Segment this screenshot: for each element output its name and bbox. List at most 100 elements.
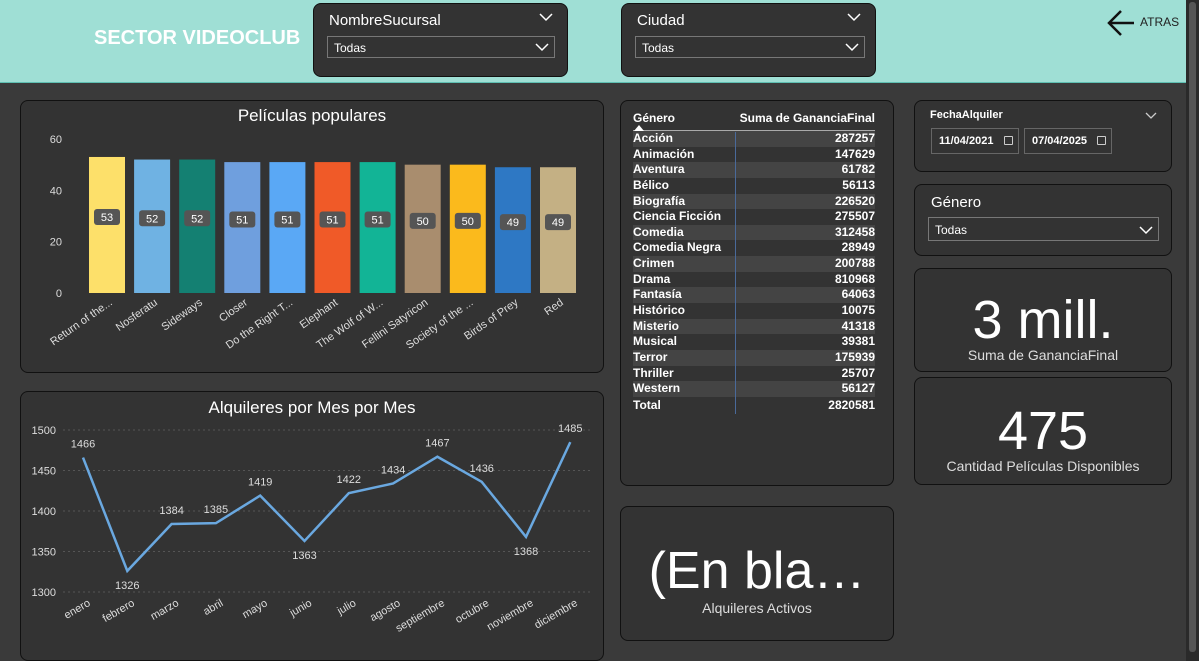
value-cell: 810968	[834, 271, 875, 286]
data-label: 1434	[381, 464, 405, 476]
bar	[404, 164, 441, 293]
table-row[interactable]: Terror 175939	[633, 349, 875, 366]
table-row[interactable]: Drama 810968	[633, 272, 875, 288]
x-tick-label: Nosferatu	[114, 297, 160, 334]
value-cell: 25707	[841, 365, 875, 380]
genre-dropdown[interactable]: Todas	[928, 217, 1159, 241]
table-row[interactable]: Thriller 25707	[633, 366, 875, 382]
x-tick-label: noviembre	[485, 597, 535, 633]
x-tick-label: febrero	[101, 597, 137, 625]
y-tick-label: 1350	[32, 547, 56, 559]
table-row[interactable]: Animación 147629	[633, 147, 875, 163]
date-end-value: 07/04/2025	[1032, 135, 1088, 147]
data-label: 1466	[71, 439, 95, 451]
y-tick-label: 40	[50, 185, 62, 197]
table-row[interactable]: Fantasía 64063	[633, 287, 875, 304]
profit-value: 3 mill.	[972, 290, 1114, 350]
table-body: Acción 287257 Animación 147629 Aventura 61782…	[633, 131, 875, 397]
genre-cell: Bélico	[633, 177, 670, 192]
genre-cell: Drama	[633, 271, 671, 286]
x-tick-label: diciembre	[533, 597, 580, 631]
table-row[interactable]: Aventura 61782	[633, 162, 875, 178]
x-tick-label: Closer	[217, 296, 250, 324]
ciudad-slicer[interactable]: Ciudad Todas	[621, 3, 876, 77]
chevron-down-icon	[1139, 226, 1153, 235]
table-row[interactable]: Bélico 56113	[633, 178, 875, 194]
table-row[interactable]: Histórico 10075	[633, 303, 875, 319]
data-label: 1326	[115, 580, 139, 592]
date-start-value: 11/04/2021	[939, 135, 994, 147]
value-cell: 200788	[834, 256, 875, 271]
sort-ascending-icon[interactable]	[634, 125, 644, 131]
active-rentals-value: (En bla…	[648, 542, 866, 600]
header-bar: SECTOR VIDEOCLUB NombreSucursal Todas Ci…	[0, 0, 1186, 83]
total-label: Total	[633, 397, 661, 412]
chevron-down-icon[interactable]	[1145, 112, 1157, 120]
x-tick-label: Elephant	[298, 297, 340, 332]
genre-cell: Comedia	[633, 224, 684, 239]
table-row[interactable]: Musical 39381	[633, 334, 875, 350]
data-label: 51	[281, 215, 293, 227]
data-label: 1419	[248, 477, 272, 489]
value-cell: 147629	[834, 146, 875, 161]
genre-cell: Musical	[633, 334, 678, 349]
chevron-down-icon[interactable]	[847, 12, 861, 22]
available-films-label: Cantidad Películas Disponibles	[946, 458, 1140, 474]
active-rentals-label: Alquileres Activos	[702, 600, 812, 616]
genre-cell: Terror	[633, 349, 668, 364]
data-label: 49	[507, 217, 519, 229]
x-tick-label: Return of the...	[48, 297, 114, 349]
table-row[interactable]: Western 56127	[633, 381, 875, 397]
column-header-sum[interactable]: Suma de GananciaFinal	[740, 111, 875, 130]
sucursal-dropdown[interactable]: Todas	[327, 36, 555, 58]
x-tick-label: mayo	[240, 597, 269, 621]
bar	[89, 156, 125, 293]
value-cell: 61782	[841, 162, 875, 177]
table-row[interactable]: Crimen 200788	[633, 256, 875, 272]
data-label: 1436	[469, 463, 493, 475]
genre-cell: Fantasía	[633, 287, 682, 302]
calendar-icon[interactable]	[1004, 136, 1013, 145]
table-total-row: Total 2820581	[633, 397, 875, 413]
genre-cell: Animación	[633, 146, 695, 161]
chevron-down-icon[interactable]	[539, 12, 553, 22]
page-title: SECTOR VIDEOCLUB	[94, 27, 301, 49]
table-row[interactable]: Misterio 41318	[633, 318, 875, 335]
rentals-per-month-chart: Alquileres por Mes por Mes 1300 1350 1400 1…	[20, 391, 604, 661]
table-row[interactable]: Ciencia Ficción 275507	[633, 209, 875, 225]
table-row[interactable]: Comedia 312458	[633, 224, 875, 241]
date-slicer-label: FechaAlquiler	[930, 109, 1003, 121]
series-line	[81, 441, 572, 574]
back-button[interactable]: ATRAS	[1106, 8, 1186, 38]
genre-cell: Ciencia Ficción	[633, 209, 722, 224]
data-label: 51	[371, 215, 383, 227]
value-cell: 56127	[841, 381, 875, 396]
scrollbar-thumb[interactable]	[1189, 2, 1196, 652]
date-end-input[interactable]: 07/04/2025	[1024, 128, 1112, 154]
x-tick-label: julio	[334, 597, 358, 618]
vertical-scrollbar[interactable]	[1186, 0, 1199, 661]
bar-chart-svg: 0 20 40 60 53 Return of the... 52 Nosferatu 52 Si…	[48, 134, 576, 352]
data-label: 49	[552, 217, 564, 229]
y-tick-label: 1450	[32, 466, 56, 478]
date-start-input[interactable]: 11/04/2021	[931, 128, 1019, 154]
ciudad-dropdown[interactable]: Todas	[635, 36, 865, 58]
total-value: 2820581	[828, 397, 875, 412]
value-cell: 28949	[841, 240, 875, 255]
data-label: 51	[326, 215, 338, 227]
data-label: 51	[236, 215, 248, 227]
x-tick-label: Sideways	[159, 296, 205, 333]
value-cell: 275507	[834, 209, 875, 224]
ciudad-dropdown-value: Todas	[642, 41, 675, 55]
genre-cell: Acción	[633, 131, 674, 145]
table-row[interactable]: Biografía 226520	[633, 193, 875, 210]
sucursal-slicer[interactable]: NombreSucursal Todas	[313, 3, 568, 77]
table-row[interactable]: Acción 287257	[633, 131, 875, 147]
value-cell: 312458	[834, 224, 875, 239]
genre-cell: Western	[633, 381, 681, 396]
value-cell: 226520	[834, 193, 875, 208]
table-row[interactable]: Comedia Negra 28949	[633, 240, 875, 256]
calendar-icon[interactable]	[1097, 136, 1106, 145]
available-films-value: 475	[997, 401, 1089, 461]
x-tick-label: marzo	[149, 597, 181, 623]
